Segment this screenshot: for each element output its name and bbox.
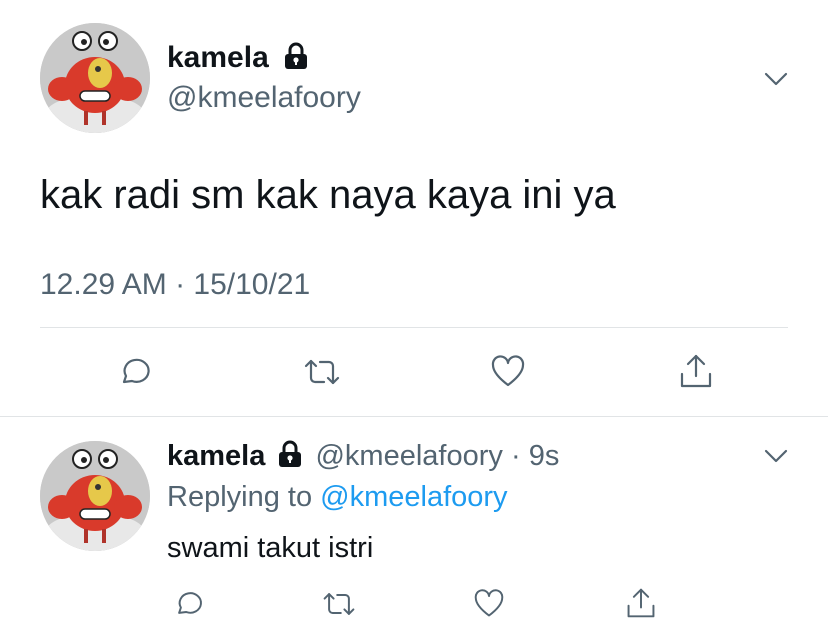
avatar[interactable] (40, 441, 150, 551)
tweet-timestamp[interactable]: 12.29 AM · 15/10/21 (40, 265, 310, 305)
reply-age[interactable]: 9s (529, 440, 560, 472)
retweet-icon (304, 359, 340, 385)
crab-mascot-avatar-icon (40, 23, 150, 133)
chevron-down-icon (764, 72, 788, 86)
like-button[interactable] (469, 584, 509, 624)
chevron-down-icon (764, 449, 788, 463)
reply-display-name[interactable]: kamela (167, 440, 265, 472)
reply-button[interactable] (168, 584, 208, 624)
display-name-text: kamela (167, 41, 269, 74)
reply-icon (178, 592, 202, 614)
share-icon (627, 588, 655, 618)
tweet-text: kak radi sm kak naya kaya ini ya (40, 173, 616, 217)
retweet-icon (323, 593, 355, 615)
crab-mascot-avatar-icon (40, 441, 150, 551)
replying-to: Replying to @kmeelafoory (167, 479, 508, 515)
divider (0, 416, 828, 417)
reply-button[interactable] (112, 350, 156, 394)
lock-icon (279, 440, 302, 468)
retweet-button[interactable] (317, 584, 361, 624)
avatar[interactable] (40, 23, 150, 133)
divider (40, 327, 788, 328)
share-icon (680, 354, 712, 388)
like-button[interactable] (486, 350, 530, 394)
reply-handle[interactable]: @kmeelafoory (315, 440, 502, 472)
reply-header: kamela @kmeelafoory · 9s (167, 438, 559, 474)
replying-to-prefix: Replying to (167, 481, 313, 513)
retweet-button[interactable] (298, 350, 346, 394)
lock-icon (285, 42, 308, 70)
reply-icon (122, 358, 150, 384)
handle[interactable]: @kmeelafoory (167, 80, 361, 116)
share-button[interactable] (674, 348, 718, 394)
share-button[interactable] (621, 582, 661, 624)
reply-more-options-button[interactable] (758, 442, 794, 470)
more-options-button[interactable] (758, 64, 794, 94)
like-icon (474, 589, 504, 617)
replying-to-link[interactable]: @kmeelafoory (320, 481, 507, 513)
reply-text: swami takut istri (167, 532, 374, 564)
display-name[interactable]: kamela (167, 40, 309, 76)
separator-dot: · (510, 440, 521, 472)
like-icon (491, 355, 525, 387)
